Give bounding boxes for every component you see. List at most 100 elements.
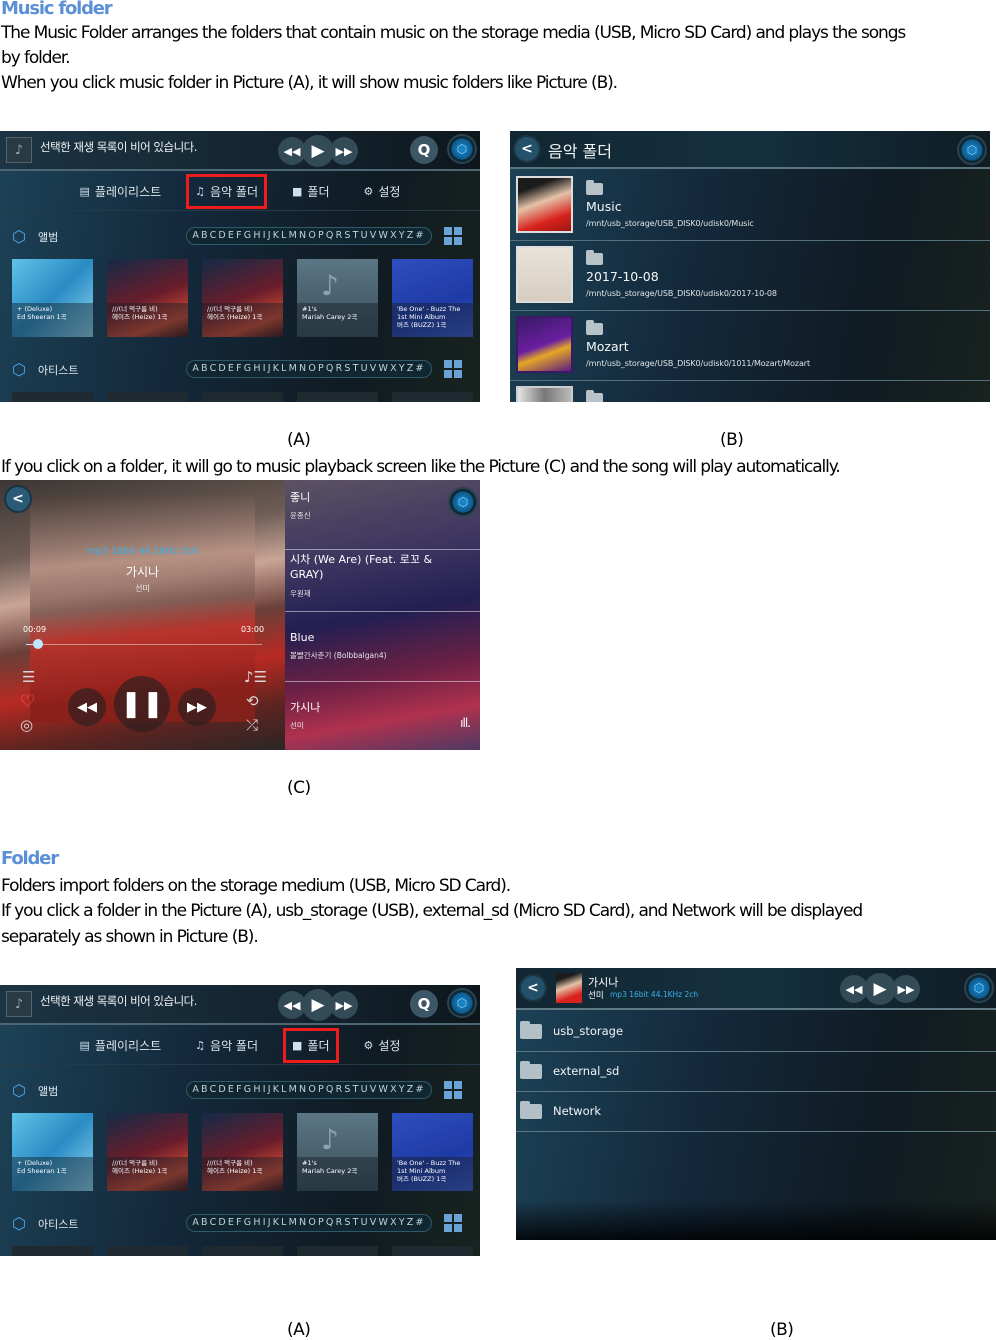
heart-icon[interactable]: ♡ — [20, 692, 35, 712]
grid-view-icon[interactable] — [444, 1081, 462, 1099]
artist-section-icon: ⬡ — [12, 360, 26, 379]
back-button[interactable]: < — [519, 974, 547, 1002]
tab-folder[interactable]: ■ 폴더 — [283, 1028, 339, 1063]
album-section-label: 앨범 — [38, 1085, 59, 1098]
playlist-icon: ▤ — [79, 1039, 90, 1052]
artist-section-header: ⬡ 아티스트 ABCDEFGHIJKLMNOPQRSTUVWXYZ# — [0, 1212, 480, 1238]
caption-b: (B) — [770, 1320, 794, 1340]
grid-view-icon[interactable] — [444, 227, 462, 245]
previous-button[interactable]: ◀◀ — [68, 688, 106, 726]
album-subtitle: 헤이즈 (Heize) 1곡 — [207, 1167, 263, 1175]
brand-logo-icon[interactable]: ⬡ — [447, 988, 477, 1018]
alphabet-index[interactable]: ABCDEFGHIJKLMNOPQRSTUVWXYZ# — [186, 1214, 432, 1232]
brand-logo-icon[interactable]: ⬡ — [447, 134, 477, 164]
folder-path: /mnt/usb_storage/USB_DISK0/udisk0/2017-1… — [586, 289, 777, 298]
pause-button[interactable]: ❚❚ — [114, 676, 170, 732]
playlist-icon: ▤ — [79, 185, 90, 198]
album-tile[interactable]: ///(너 먹구름 비) 헤이즈 (Heize) 1곡 — [202, 259, 283, 337]
album-tile[interactable]: 'Be One' - Buzz The 1st Mini Album 버즈 (BU… — [392, 1113, 473, 1191]
folder-row-external-sd[interactable]: external_sd — [516, 1052, 996, 1092]
album-subtitle: 버즈 (BUZZ) 1곡 — [397, 321, 447, 329]
album-title: ///(너 먹구름 비) — [207, 1159, 253, 1167]
folder-icon — [586, 390, 603, 402]
gear-icon: ⚙ — [363, 1039, 374, 1052]
folder-row-network[interactable]: Network — [516, 1092, 996, 1132]
caption-a: (A) — [287, 1320, 311, 1340]
grid-view-icon[interactable] — [444, 1214, 462, 1232]
settings-circle-icon[interactable]: ◎ — [20, 716, 33, 734]
brand-logo-icon[interactable]: ⬡ — [957, 135, 987, 165]
search-icon[interactable]: Q — [410, 990, 438, 1018]
next-button[interactable]: ▶▶ — [178, 688, 216, 726]
queue-item[interactable]: Blue 볼빨간사춘기 (Bolbbalgan4) — [285, 612, 480, 682]
tab-settings[interactable]: ⚙ 설정 — [358, 177, 407, 206]
section-heading-music-folder: Music folder — [1, 0, 113, 19]
tab-music-folder[interactable]: ♫ 음악 폴더 — [186, 174, 268, 209]
artist-list — [0, 392, 480, 402]
alphabet-index[interactable]: ABCDEFGHIJKLMNOPQRSTUVWXYZ# — [186, 1081, 432, 1099]
now-playing-title: 가시나 — [588, 976, 619, 989]
back-button[interactable]: < — [4, 485, 32, 513]
repeat-icon[interactable]: ⟲ — [246, 692, 259, 710]
album-tile[interactable]: ♪ #1's Mariah Carey 2곡 — [297, 259, 378, 337]
alphabet-index[interactable]: ABCDEFGHIJKLMNOPQRSTUVWXYZ# — [186, 227, 432, 245]
album-title: + (Deluxe) — [17, 1159, 53, 1167]
caption-b: (B) — [720, 430, 744, 450]
search-icon[interactable]: Q — [410, 136, 438, 164]
paragraph: Folders import folders on the storage me… — [1, 876, 511, 896]
tab-label: 플레이리스트 — [94, 185, 162, 199]
folder-row[interactable]: Music /mnt/usb_storage/USB_DISK0/udisk0/… — [510, 171, 990, 241]
folder-row-usb-storage[interactable]: usb_storage — [516, 1012, 996, 1052]
tab-playlist[interactable]: ▤ 플레이리스트 — [74, 177, 168, 206]
album-title: ///(너 먹구름 비) — [207, 305, 253, 313]
album-title: + (Deluxe) — [17, 305, 53, 313]
tab-label: 설정 — [378, 185, 401, 199]
folder-name: usb_storage — [553, 1024, 624, 1038]
progress-slider[interactable] — [26, 639, 262, 649]
tab-folder[interactable]: ■ 폴더 — [286, 177, 336, 206]
queue-item[interactable]: 좋니 윤종신 — [285, 480, 480, 550]
album-subtitle: 헤이즈 (Heize) 1곡 — [112, 1167, 168, 1175]
album-tile[interactable]: ♪ #1's Mariah Carey 2곡 — [297, 1113, 378, 1191]
album-tile[interactable]: 'Be One' - Buzz The 1st Mini Album 버즈 (BU… — [392, 259, 473, 337]
brand-logo-icon[interactable]: ⬡ — [964, 973, 994, 1003]
queue-artist: 우원재 — [290, 589, 311, 598]
queue-artist: 선미 — [290, 721, 304, 730]
alphabet-index[interactable]: ABCDEFGHIJKLMNOPQRSTUVWXYZ# — [186, 360, 432, 378]
next-button[interactable]: ▶▶ — [330, 991, 358, 1019]
tab-playlist[interactable]: ▤ 플레이리스트 — [74, 1031, 168, 1060]
folder-icon: ■ — [292, 1039, 303, 1052]
gear-icon: ⚙ — [363, 185, 374, 198]
album-tile[interactable]: + (Deluxe) Ed Sheeran 1곡 — [12, 1113, 93, 1191]
queue-panel: 좋니 윤종신 ⬡ 시차 (We Are) (Feat. 로꼬 & GRAY) 우… — [285, 480, 480, 750]
album-tile[interactable]: ///(너 먹구름 비) 헤이즈 (Heize) 1곡 — [107, 259, 188, 337]
queue-title: 시차 (We Are) (Feat. 로꼬 & GRAY) — [290, 553, 433, 581]
queue-item-now-playing[interactable]: 가시나 선미 ıll. — [285, 682, 480, 750]
next-button[interactable]: ▶▶ — [330, 137, 358, 165]
back-button[interactable]: < — [513, 135, 541, 163]
progress-knob[interactable] — [32, 639, 43, 649]
album-tile[interactable]: + (Deluxe) Ed Sheeran 1곡 — [12, 259, 93, 337]
next-button[interactable]: ▶▶ — [892, 975, 920, 1003]
elapsed-time: 00:09 — [23, 625, 47, 634]
folder-row[interactable]: 2017-10-08 /mnt/usb_storage/USB_DISK0/ud… — [510, 241, 990, 311]
folder-path: /mnt/usb_storage/USB_DISK0/udisk0/Music — [586, 219, 754, 228]
menu-icon[interactable]: ☰ — [22, 668, 35, 686]
brand-logo-icon[interactable]: ⬡ — [448, 487, 478, 517]
queue-item[interactable]: 시차 (We Are) (Feat. 로꼬 & GRAY) 우원재 — [285, 542, 480, 612]
artist-section-header: ⬡ 아티스트 ABCDEFGHIJKLMNOPQRSTUVWXYZ# — [0, 358, 480, 384]
folder-icon — [520, 1061, 542, 1079]
folder-row[interactable]: Mozart /mnt/usb_storage/USB_DISK0/udisk0… — [510, 311, 990, 381]
tab-settings[interactable]: ⚙ 설정 — [358, 1031, 407, 1060]
album-tile[interactable]: ///(너 먹구름 비) 헤이즈 (Heize) 1곡 — [202, 1113, 283, 1191]
playlist-icon[interactable]: ♪☰ — [244, 668, 267, 686]
queue-title: 좋니 — [290, 491, 311, 504]
status-text: 선택한 재생 목록이 비어 있습니다. — [40, 140, 197, 154]
folder-icon — [520, 1021, 542, 1039]
album-tile[interactable]: ///(너 먹구름 비) 헤이즈 (Heize) 1곡 — [107, 1113, 188, 1191]
grid-view-icon[interactable] — [444, 360, 462, 378]
folder-row[interactable] — [510, 381, 990, 402]
queue-artist: 윤종신 — [290, 511, 311, 520]
tab-music-folder[interactable]: ♫ 음악 폴더 — [189, 1031, 264, 1060]
shuffle-icon[interactable]: ⤮ — [246, 716, 258, 734]
